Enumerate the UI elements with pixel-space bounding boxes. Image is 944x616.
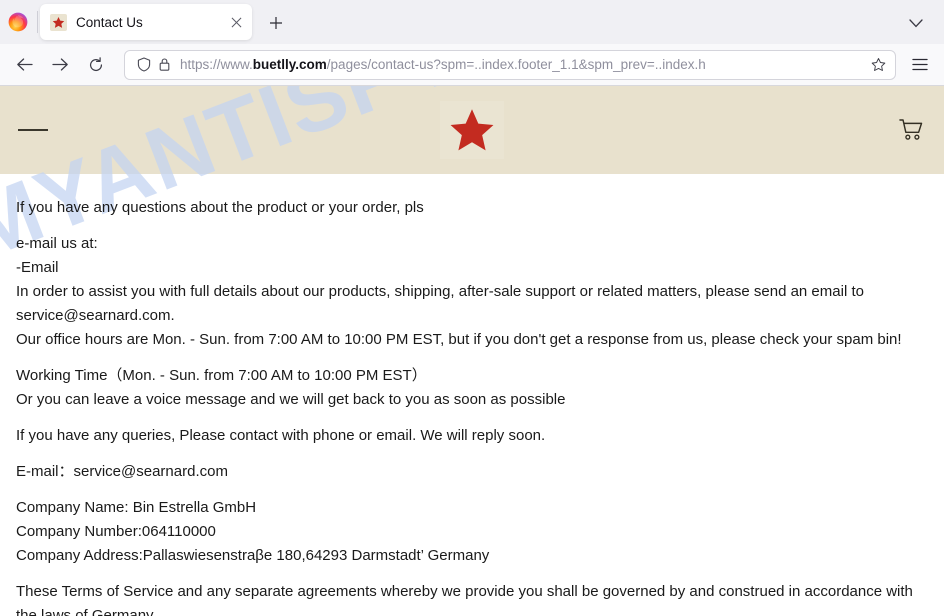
tab-title: Contact Us [76, 14, 143, 30]
hamburger-bar [18, 128, 28, 132]
bookmark-star-icon[interactable] [867, 54, 889, 76]
url-text[interactable]: https://www.buetlly.com/pages/contact-us… [180, 57, 867, 72]
site-header [0, 86, 944, 174]
chevron-down-icon[interactable] [900, 7, 932, 39]
site-menu-hamburger-icon[interactable] [18, 115, 48, 145]
working-time-text: Working Time（Mon. - Sun. from 7:00 AM to… [16, 367, 427, 384]
office-hours-text: Our office hours are Mon. - Sun. from 7:… [16, 331, 902, 348]
back-arrow-icon[interactable] [8, 49, 40, 81]
company-name-text: Company Name: Bin Estrella GmbH [16, 499, 257, 516]
queries-text: If you have any queries, Please contact … [16, 427, 546, 444]
reload-icon[interactable] [80, 49, 112, 81]
email-label-text: -Email [16, 259, 59, 276]
url-bar[interactable]: https://www.buetlly.com/pages/contact-us… [124, 49, 896, 80]
intro-text: If you have any questions about the prod… [16, 199, 424, 216]
browser-window: Contact Us https://www.buetlly.com/pages… [0, 0, 944, 616]
red-star-logo-icon[interactable] [440, 101, 504, 159]
shopping-cart-icon[interactable] [896, 115, 926, 145]
contact-content: If you have any questions about the prod… [16, 196, 928, 616]
assist-text: In order to assist you with full details… [16, 283, 864, 324]
email-address-text: E-mail：service@searnard.com [16, 463, 228, 480]
voice-message-text: Or you can leave a voice message and we … [16, 391, 566, 408]
navigation-toolbar: https://www.buetlly.com/pages/contact-us… [0, 44, 944, 86]
url-host: buetlly.com [252, 57, 327, 72]
browser-tab-contact-us[interactable]: Contact Us [40, 4, 252, 40]
page-body: MYANTISPYWARE.COM If you have any questi… [0, 86, 944, 616]
tab-divider [37, 11, 38, 33]
company-address-text: Company Address:Pallaswiesenstraβe 180,6… [16, 547, 490, 564]
forward-arrow-icon[interactable] [44, 49, 76, 81]
hamburger-bar [28, 128, 38, 132]
red-star-favicon-icon [50, 13, 67, 31]
url-scheme: https://www. [180, 57, 253, 72]
new-tab-button[interactable] [260, 7, 292, 39]
company-number-text: Company Number:064110000 [16, 523, 216, 540]
hamburger-bar [38, 128, 48, 132]
lock-icon[interactable] [154, 55, 174, 75]
hamburger-menu-icon[interactable] [904, 49, 936, 81]
tab-strip: Contact Us [0, 0, 944, 44]
firefox-logo-icon [3, 0, 33, 44]
page-viewport: MYANTISPYWARE.COM If you have any questi… [0, 86, 944, 616]
shield-icon[interactable] [134, 55, 154, 75]
url-path: /pages/contact-us?spm=..index.footer_1.1… [326, 57, 706, 72]
terms-text: These Terms of Service and any separate … [16, 583, 913, 616]
email-us-at-text: e-mail us at: [16, 235, 98, 252]
close-icon[interactable] [226, 12, 246, 32]
